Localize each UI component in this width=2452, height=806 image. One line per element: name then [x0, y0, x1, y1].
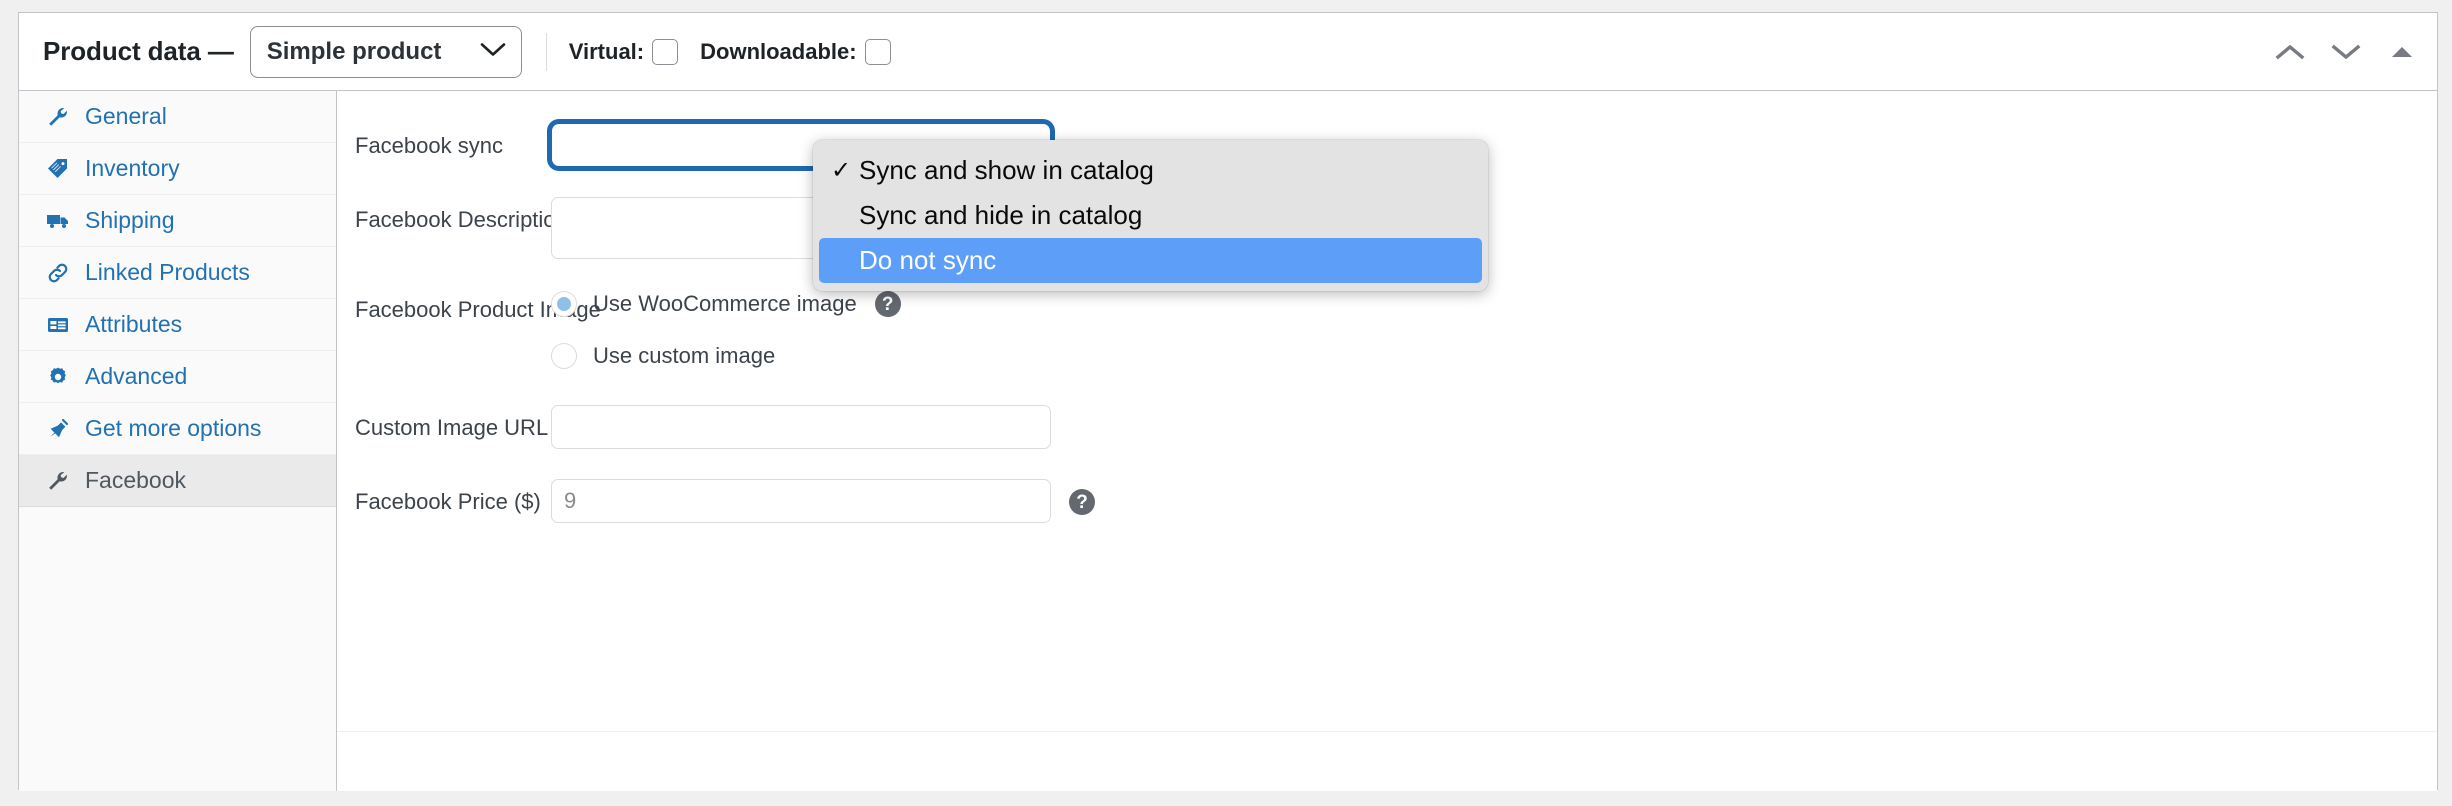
- facebook-price-control: 9 ?: [551, 479, 1095, 523]
- radio-dot: [557, 297, 571, 311]
- metabox-header: Product data — Simple product Virtual: D…: [19, 13, 2437, 91]
- custom-image-url-control: [551, 405, 1051, 449]
- sidebar-item-facebook[interactable]: Facebook: [19, 455, 336, 507]
- facebook-sync-label: Facebook sync: [355, 133, 503, 158]
- facebook-sync-dropdown-popup[interactable]: ✓ Sync and show in catalog Sync and hide…: [813, 140, 1488, 291]
- field-row-custom-image-url: Custom Image URL: [337, 405, 2437, 449]
- move-down-icon[interactable]: [2329, 35, 2363, 69]
- product-data-tabs: General Inventory Shipping Linked Produc…: [19, 91, 337, 791]
- toggle-panel-icon[interactable]: [2385, 35, 2419, 69]
- dropdown-option-sync-show[interactable]: ✓ Sync and show in catalog: [819, 148, 1482, 193]
- facebook-product-image-help-icon[interactable]: ?: [874, 291, 901, 317]
- radio-row-woocommerce-image: Use WooCommerce image ?: [551, 287, 901, 321]
- dropdown-option-do-not-sync[interactable]: Do not sync: [819, 238, 1482, 283]
- sidebar-item-label: General: [85, 103, 167, 129]
- product-type-value: Simple product: [266, 37, 442, 65]
- metabox-header-controls: [2273, 13, 2419, 91]
- custom-image-url-label: Custom Image URL: [355, 415, 549, 440]
- sidebar-item-advanced[interactable]: Advanced: [19, 351, 336, 403]
- page-title: Product data —: [43, 36, 234, 66]
- product-data-metabox: Product data — Simple product Virtual: D…: [18, 12, 2438, 791]
- sidebar-item-label: Get more options: [85, 415, 262, 441]
- facebook-product-image-label: Facebook Product Image: [355, 297, 601, 322]
- facebook-price-input[interactable]: 9: [551, 479, 1051, 523]
- sidebar-item-general[interactable]: General: [19, 91, 336, 143]
- tag-icon: [45, 156, 71, 182]
- panel-divider: [337, 731, 2437, 732]
- sidebar-item-label: Facebook: [85, 467, 187, 493]
- downloadable-checkbox[interactable]: [864, 38, 891, 65]
- facebook-product-image-control: Use WooCommerce image ? Use custom image: [551, 287, 901, 373]
- sidebar-item-shipping[interactable]: Shipping: [19, 195, 336, 247]
- plug-icon: [45, 416, 71, 442]
- sidebar-item-label: Inventory: [85, 155, 180, 181]
- sidebar-item-label: Advanced: [85, 363, 188, 389]
- sidebar-item-inventory[interactable]: Inventory: [19, 143, 336, 195]
- wrench-icon: [45, 104, 71, 130]
- product-type-select-wrapper[interactable]: Simple product: [249, 25, 522, 78]
- field-row-facebook-product-image: Facebook Product Image Use WooCommerce i…: [337, 287, 2437, 373]
- radio-label-custom-image: Use custom image: [593, 343, 776, 368]
- virtual-label: Virtual:: [568, 38, 645, 64]
- radio-woocommerce-image[interactable]: [551, 291, 577, 317]
- product-type-select[interactable]: Simple product: [249, 25, 522, 78]
- sidebar-item-linked-products[interactable]: Linked Products: [19, 247, 336, 299]
- check-icon: ✓: [831, 157, 852, 184]
- virtual-checkbox-group: Virtual:: [568, 38, 679, 65]
- radio-label-woocommerce-image: Use WooCommerce image: [593, 291, 857, 316]
- wrench-icon: [45, 468, 71, 494]
- radio-custom-image[interactable]: [551, 343, 577, 369]
- list-icon: [45, 312, 71, 338]
- sidebar-item-label: Attributes: [85, 311, 183, 337]
- facebook-price-help-icon[interactable]: ?: [1069, 489, 1095, 515]
- virtual-checkbox[interactable]: [652, 38, 679, 65]
- dropdown-option-sync-hide[interactable]: Sync and hide in catalog: [819, 193, 1482, 238]
- dropdown-option-label: Do not sync: [859, 245, 997, 275]
- gear-icon: [45, 364, 71, 390]
- field-row-facebook-price: Facebook Price ($) 9 ?: [337, 479, 2437, 523]
- sidebar-item-label: Linked Products: [85, 259, 250, 285]
- radio-option-custom-image[interactable]: Use custom image: [551, 339, 775, 373]
- truck-icon: [45, 208, 71, 234]
- dropdown-option-label: Sync and show in catalog: [859, 155, 1154, 185]
- dropdown-option-label: Sync and hide in catalog: [859, 200, 1143, 230]
- downloadable-label: Downloadable:: [700, 38, 857, 64]
- downloadable-checkbox-group: Downloadable:: [700, 38, 891, 65]
- sidebar-item-get-more-options[interactable]: Get more options: [19, 403, 336, 455]
- sidebar-item-label: Shipping: [85, 207, 175, 233]
- custom-image-url-input[interactable]: [551, 405, 1051, 449]
- sidebar-item-attributes[interactable]: Attributes: [19, 299, 336, 351]
- header-divider: [545, 32, 547, 71]
- facebook-price-label: Facebook Price ($): [355, 489, 541, 514]
- link-icon: [45, 260, 71, 286]
- radio-option-woocommerce-image[interactable]: Use WooCommerce image: [551, 287, 857, 321]
- move-up-icon[interactable]: [2273, 35, 2307, 69]
- facebook-description-label: Facebook Description: [355, 207, 568, 232]
